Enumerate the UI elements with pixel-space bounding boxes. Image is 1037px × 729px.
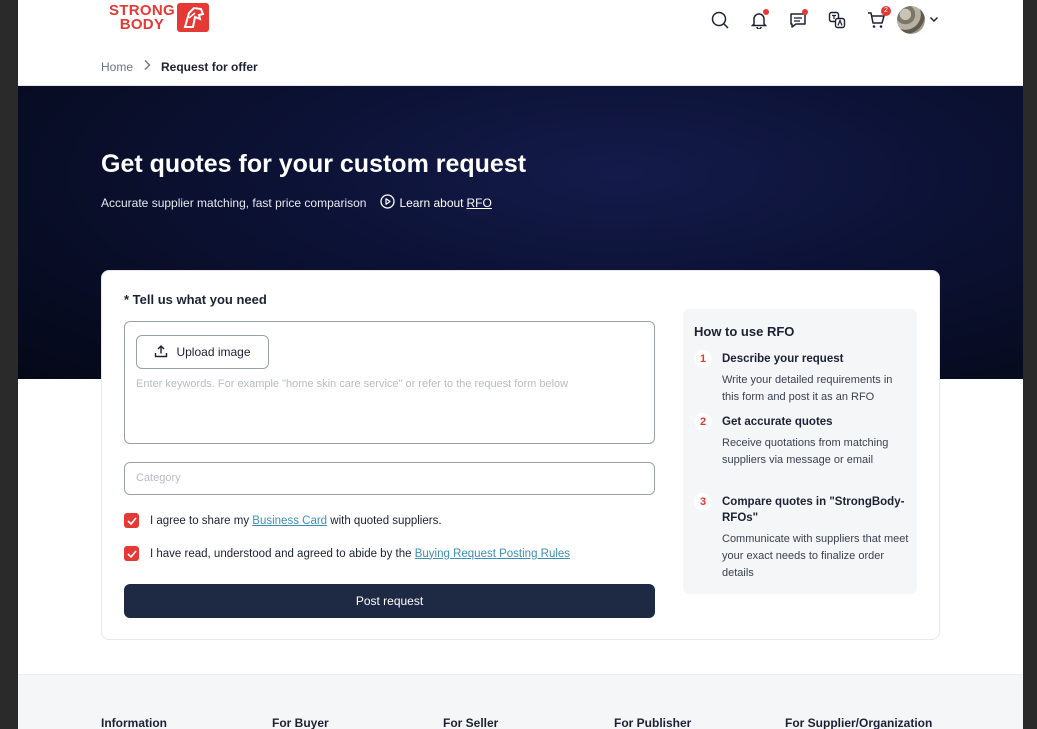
post-request-button[interactable]: Post request	[124, 584, 655, 618]
page-title: Get quotes for your custom request	[101, 150, 527, 178]
cart-badge: 2	[881, 6, 891, 16]
breadcrumb: Home Request for offer	[101, 59, 258, 74]
logo-text: STRONG BODY	[109, 3, 175, 33]
agree-share-suffix: with quoted suppliers.	[330, 514, 442, 527]
agree-rules-checkbox[interactable]	[124, 546, 139, 561]
page: STRONG BODY 2 Home Request for offer Get…	[18, 0, 1023, 729]
chevron-right-icon	[143, 59, 151, 74]
hero-subtitle: Accurate supplier matching, fast price c…	[101, 196, 367, 210]
hero-subtitle-row: Accurate supplier matching, fast price c…	[101, 194, 492, 212]
step-desc: Write your detailed requirements in this…	[722, 374, 893, 403]
breadcrumb-current: Request for offer	[161, 59, 258, 74]
request-description-input[interactable]: Upload image Enter keywords. For example…	[124, 321, 655, 444]
message-dot	[802, 9, 808, 15]
keywords-placeholder: Enter keywords. For example "home skin c…	[136, 378, 569, 390]
business-card-link[interactable]: Business Card	[252, 515, 327, 527]
search-icon[interactable]	[708, 8, 732, 32]
footer-col-for-publisher[interactable]: For Publisher	[614, 716, 691, 729]
rfo-form-card: * Tell us what you need Upload image Ent…	[101, 270, 940, 640]
step-desc: Communicate with suppliers that meet you…	[722, 533, 909, 579]
cart-icon[interactable]: 2	[864, 6, 891, 32]
chevron-down-icon[interactable]	[929, 11, 939, 29]
play-circle-icon	[380, 194, 396, 212]
agree-share-checkbox[interactable]	[124, 513, 139, 528]
how-to-use-rfo-panel: How to use RFO 1 Describe your request W…	[683, 309, 917, 594]
notification-dot	[763, 9, 769, 15]
upload-image-label: Upload image	[176, 345, 251, 359]
chat-icon[interactable]	[786, 8, 810, 32]
step-title: Get accurate quotes	[722, 416, 833, 428]
learn-rfo-link-text[interactable]: RFO	[467, 196, 492, 210]
step-number: 3	[694, 493, 712, 511]
step-desc: Receive quotations from matching supplie…	[722, 437, 889, 466]
footer-col-for-buyer[interactable]: For Buyer	[272, 716, 329, 729]
step-number: 2	[694, 413, 712, 431]
logo-line2: BODY	[119, 15, 165, 33]
form-title: * Tell us what you need	[124, 292, 267, 307]
top-header: STRONG BODY 2 Home Request for offer	[18, 0, 1023, 86]
footer-col-information[interactable]: Information	[101, 716, 167, 729]
footer: Information For Buyer For Seller For Pub…	[18, 674, 1023, 729]
footer-col-for-supplier[interactable]: For Supplier/Organization	[785, 716, 932, 729]
step-title: Compare quotes in "StrongBody- RFOs"	[722, 496, 905, 524]
agree-share-row: I agree to share my Business Card with q…	[124, 513, 442, 528]
strongbody-logo[interactable]: STRONG BODY	[109, 3, 209, 32]
howto-title: How to use RFO	[694, 324, 795, 339]
breadcrumb-home[interactable]: Home	[101, 60, 133, 74]
upload-icon	[154, 344, 168, 361]
footer-col-for-seller[interactable]: For Seller	[443, 716, 498, 729]
header-actions: 2	[693, 6, 939, 34]
category-select[interactable]: Category	[124, 462, 655, 495]
bell-icon[interactable]	[747, 8, 771, 32]
learn-prefix: Learn about	[399, 196, 464, 210]
posting-rules-link[interactable]: Buying Request Posting Rules	[415, 548, 570, 560]
agree-rules-row: I have read, understood and agreed to ab…	[124, 546, 570, 561]
horse-logo-icon	[176, 3, 209, 32]
agree-share-prefix: I agree to share my	[150, 514, 250, 527]
step-title: Describe your request	[722, 353, 844, 365]
learn-about-rfo-link[interactable]: Learn about RFO	[380, 194, 492, 212]
upload-image-button[interactable]: Upload image	[136, 335, 269, 369]
step-number: 1	[694, 350, 712, 368]
user-avatar[interactable]	[897, 6, 925, 34]
agree-rules-prefix: I have read, understood and agreed to ab…	[150, 547, 412, 560]
translate-icon[interactable]	[825, 8, 849, 32]
